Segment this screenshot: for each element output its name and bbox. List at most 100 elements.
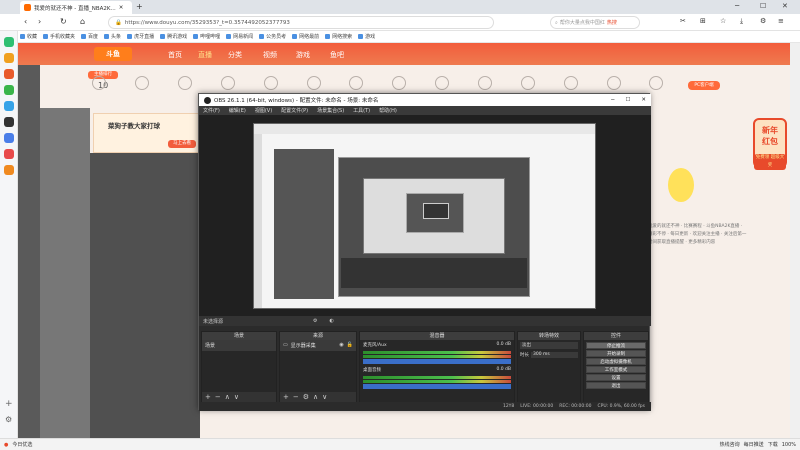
tab-close-icon[interactable]: ✕	[119, 5, 124, 11]
nav-live[interactable]: 直播	[198, 50, 212, 60]
nav-game[interactable]: 游戏	[296, 50, 310, 60]
bookmark-item[interactable]: 游戏	[358, 33, 375, 40]
category-icon[interactable]	[178, 76, 193, 90]
category-icon[interactable]	[606, 76, 621, 90]
obs-minimize-icon[interactable]: ─	[611, 97, 614, 103]
extension-icon[interactable]: ⊞	[700, 17, 706, 25]
source-down-icon[interactable]: ∨	[322, 393, 327, 401]
sidebar-settings-icon[interactable]: ⚙	[5, 415, 12, 424]
category-icon[interactable]	[520, 76, 535, 90]
scene-item[interactable]: 场景	[202, 340, 276, 351]
volume-slider[interactable]	[363, 384, 511, 389]
browser-search-input[interactable]: ⌕ 帮你大量点我中国红 热搜	[550, 16, 640, 29]
category-icon[interactable]	[92, 76, 107, 90]
bookmark-item[interactable]: 腾讯游戏	[160, 33, 187, 40]
back-icon[interactable]: ‹	[24, 17, 27, 26]
wechat-app-icon[interactable]	[4, 85, 14, 95]
nav-video[interactable]: 视频	[263, 50, 277, 60]
category-icon[interactable]	[563, 76, 578, 90]
menu-view[interactable]: 视图(V)	[255, 107, 272, 114]
visibility-eye-icon[interactable]: ◉	[339, 342, 343, 349]
music-app-icon[interactable]	[4, 165, 14, 175]
move-up-icon[interactable]: ∧	[225, 393, 230, 401]
transition-select[interactable]: 淡出	[520, 342, 578, 349]
settings-icon[interactable]: ⚙	[760, 17, 766, 25]
remove-scene-icon[interactable]: −	[215, 393, 221, 401]
bookmark-item[interactable]: 网易新闻	[226, 33, 253, 40]
category-icon[interactable]	[135, 76, 150, 90]
minimize-icon[interactable]: ─	[735, 2, 739, 10]
tiktok-app-icon[interactable]	[4, 117, 14, 127]
bookmark-item[interactable]: 手机收藏夹	[43, 33, 75, 40]
category-icon[interactable]	[349, 76, 364, 90]
volume-slider[interactable]	[363, 359, 511, 364]
star-icon[interactable]: ☆	[720, 17, 726, 25]
menu-profile[interactable]: 配置文件(P)	[281, 107, 308, 114]
category-icon[interactable]	[220, 76, 235, 90]
exit-button[interactable]: 退出	[586, 382, 646, 389]
downloads-icon[interactable]: ⤓	[740, 17, 743, 26]
scissors-icon[interactable]: ✂	[680, 17, 686, 25]
menu-scene-collection[interactable]: 场景集合(S)	[317, 107, 344, 114]
red-envelope-button[interactable]: 免费领 超级大奖	[754, 154, 786, 170]
stop-streaming-button[interactable]: 停止推流	[586, 342, 646, 349]
menu-edit[interactable]: 编辑(E)	[229, 107, 246, 114]
close-window-icon[interactable]: ✕	[782, 2, 788, 10]
pc-client-badge[interactable]: PC客户端	[688, 81, 720, 90]
forward-icon[interactable]: ›	[38, 17, 41, 26]
menu-file[interactable]: 文件(F)	[203, 107, 220, 114]
video-app-icon[interactable]	[4, 149, 14, 159]
new-tab-button[interactable]: +	[136, 2, 143, 11]
bookmark-item[interactable]: 公务员考	[259, 33, 286, 40]
nav-fishbar[interactable]: 鱼吧	[330, 50, 344, 60]
virtual-camera-button[interactable]: 启动虚拟摄像机	[586, 358, 646, 365]
source-settings-icon[interactable]: ⚙	[303, 393, 309, 401]
source-item[interactable]: ▭ 显示器采集 ◉ 🔓	[280, 340, 356, 351]
menu-tools[interactable]: 工具(T)	[353, 107, 370, 114]
move-down-icon[interactable]: ∨	[234, 393, 239, 401]
home-icon[interactable]: ⌂	[80, 17, 85, 26]
obs-preview[interactable]	[199, 115, 651, 316]
status-daily[interactable]: 每日推送	[744, 441, 764, 448]
category-icon[interactable]	[263, 76, 278, 90]
star-app-icon[interactable]	[4, 53, 14, 63]
obs-maximize-icon[interactable]: ☐	[625, 97, 630, 103]
status-download[interactable]: 下载	[768, 441, 778, 448]
status-left-label[interactable]: 今日优选	[12, 441, 32, 448]
bookmark-item[interactable]: 哔哩哔哩	[193, 33, 220, 40]
status-hotline[interactable]: 热线咨询	[720, 441, 740, 448]
app-icon[interactable]	[4, 37, 14, 47]
bookmark-item[interactable]: 收藏	[20, 33, 37, 40]
menu-help[interactable]: 帮助(H)	[379, 107, 397, 114]
studio-mode-button[interactable]: 工作室模式	[586, 366, 646, 373]
start-recording-button[interactable]: 开始录制	[586, 350, 646, 357]
duration-input[interactable]: 300 ms	[531, 352, 578, 358]
maximize-icon[interactable]: ☐	[760, 2, 766, 10]
watch-now-button[interactable]: 马上去看	[168, 140, 196, 148]
game-app-icon[interactable]	[4, 69, 14, 79]
douyu-logo[interactable]: 斗鱼	[94, 47, 132, 61]
bookmark-item[interactable]: 网络最前	[292, 33, 319, 40]
bookmark-item[interactable]: 虎牙直播	[127, 33, 154, 40]
source-up-icon[interactable]: ∧	[313, 393, 318, 401]
page-scrollbar[interactable]	[790, 43, 800, 438]
category-icon[interactable]	[306, 76, 321, 90]
bookmark-item[interactable]: 头条	[104, 33, 121, 40]
nav-home[interactable]: 首页	[168, 50, 182, 60]
bookmark-item[interactable]: 百度	[81, 33, 98, 40]
mail-app-icon[interactable]	[4, 101, 14, 111]
properties-gear-icon[interactable]: ⚙	[313, 318, 317, 324]
category-icon[interactable]	[478, 76, 493, 90]
add-scene-icon[interactable]: +	[205, 393, 211, 401]
status-zoom[interactable]: 100%	[782, 442, 796, 448]
category-icon[interactable]	[392, 76, 407, 90]
settings-button[interactable]: 设置	[586, 374, 646, 381]
menu-icon[interactable]: ≡	[778, 17, 784, 25]
lock-source-icon[interactable]: 🔓	[347, 342, 353, 349]
obs-close-icon[interactable]: ✕	[641, 97, 646, 103]
refresh-icon[interactable]: ↻	[60, 17, 67, 26]
nav-category[interactable]: 分类	[228, 50, 242, 60]
doc-app-icon[interactable]	[4, 133, 14, 143]
add-app-icon[interactable]: +	[5, 399, 13, 409]
remove-source-icon[interactable]: −	[293, 393, 299, 401]
